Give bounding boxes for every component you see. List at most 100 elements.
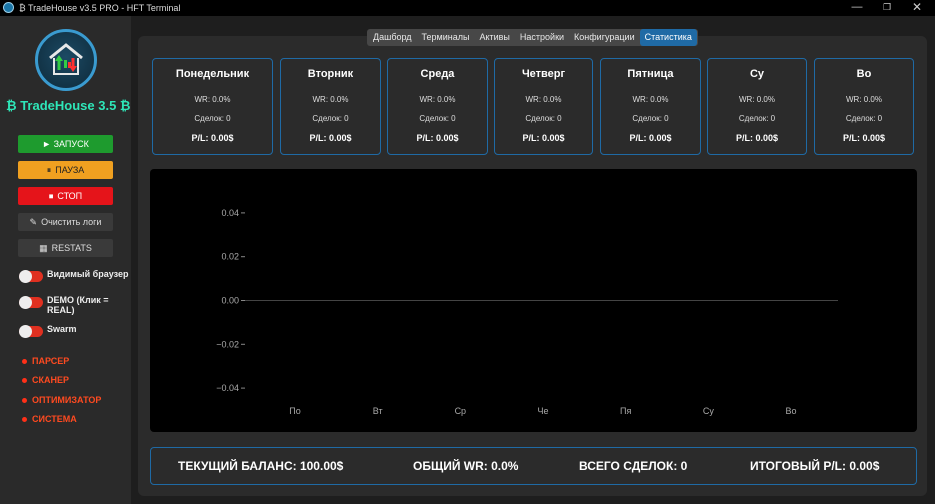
total-pl: ИТОГОВЫЙ P/L: 0.00$ (750, 459, 880, 473)
day-deals: Сделок: 0 (738, 114, 776, 123)
series-point (707, 300, 709, 301)
series-point (625, 300, 627, 301)
status-dot-icon (22, 359, 27, 364)
series-point (294, 300, 296, 301)
stop-icon: ⏹ (48, 191, 54, 201)
start-label: ► ЗАПУСК (42, 139, 89, 149)
day-pl: P/L: 0.00$ (309, 133, 352, 143)
visible-browser-label: Видимый браузер (47, 269, 129, 279)
day-deals: Сделок: 0 (312, 114, 349, 123)
tab-dashboard[interactable]: Дашборд (368, 29, 417, 46)
window-title: ₿ TradeHouse v3.5 PRO - HFT Terminal (19, 3, 181, 13)
day-deals: Сделок: 0 (419, 114, 456, 123)
total-winrate: ОБЩИЙ WR: 0.0% (413, 459, 519, 473)
summary-bar: ТЕКУЩИЙ БАЛАНС: 100.00$ ОБЩИЙ WR: 0.0% В… (150, 447, 917, 485)
section-scanner-label: СКАНЕР (32, 375, 69, 385)
close-button[interactable]: ✕ (902, 0, 932, 16)
y-tick-label: 0.00 (221, 296, 239, 306)
day-winrate: WR: 0.0% (738, 95, 775, 104)
day-pl: P/L: 0.00$ (416, 133, 459, 143)
day-pl: P/L: 0.00$ (522, 133, 565, 143)
y-tick-label: 0.02 (221, 252, 239, 262)
status-dot-icon (22, 417, 27, 422)
section-system-label: СИСТЕМА (32, 414, 77, 424)
swarm-toggle[interactable] (19, 325, 43, 338)
tradehouse-logo (35, 29, 97, 91)
day-name: Среда (420, 68, 455, 80)
day-pl: P/L: 0.00$ (629, 133, 672, 143)
day-name: Во (856, 68, 872, 80)
day-winrate: WR: 0.0% (525, 95, 562, 104)
x-tick-label: Во (785, 406, 796, 416)
day-card-wednesday: Среда WR: 0.0% Сделок: 0 P/L: 0.00$ (387, 58, 488, 155)
day-pl: P/L: 0.00$ (191, 133, 234, 143)
day-pl: P/L: 0.00$ (842, 133, 886, 143)
day-winrate: WR: 0.0% (194, 95, 231, 104)
app-icon (3, 2, 14, 13)
tab-terminals[interactable]: Терминалы (417, 29, 475, 46)
day-name: Вторник (307, 68, 354, 80)
start-button[interactable]: ► ЗАПУСК (18, 135, 113, 153)
x-tick-label: Вт (373, 406, 383, 416)
day-card-sunday: Во WR: 0.0% Сделок: 0 P/L: 0.00$ (814, 58, 914, 155)
day-name: Пятница (627, 68, 674, 80)
minimize-button[interactable]: — (842, 0, 872, 16)
series-point (542, 300, 544, 301)
tab-configurations[interactable]: Конфигурации (569, 29, 640, 46)
day-card-thursday: Четверг WR: 0.0% Сделок: 0 P/L: 0.00$ (494, 58, 593, 155)
current-balance: ТЕКУЩИЙ БАЛАНС: 100.00$ (178, 459, 344, 473)
day-card-saturday: Су WR: 0.0% Сделок: 0 P/L: 0.00$ (707, 58, 807, 155)
demo-label: DEMO (Клик = REAL) (47, 295, 109, 315)
x-tick-label: Пя (620, 406, 631, 416)
day-card-friday: Пятница WR: 0.0% Сделок: 0 P/L: 0.00$ (600, 58, 701, 155)
chart-svg: 0.04 0.02 0.00 −0.02 −0.04 По Вт Ср Че Пя Су Во (216, 208, 838, 416)
day-card-tuesday: Вторник WR: 0.0% Сделок: 0 P/L: 0.00$ (280, 58, 381, 155)
day-card-monday: Понедельник WR: 0.0% Сделок: 0 P/L: 0.00… (152, 58, 273, 155)
x-tick-label: По (289, 406, 300, 416)
series-point (790, 300, 792, 301)
pause-button[interactable]: ⏸ ПАУЗА (18, 161, 113, 179)
tab-settings[interactable]: Настройки (515, 29, 569, 46)
house-chart-icon (49, 43, 83, 75)
day-name: Четверг (521, 68, 566, 80)
tab-bar: Дашборд Терминалы Активы Настройки Конфи… (367, 29, 698, 46)
swarm-label: Swarm (47, 324, 77, 334)
tab-statistics[interactable]: Статистика (639, 29, 697, 46)
demo-toggle[interactable] (19, 296, 43, 309)
visible-browser-toggle[interactable] (19, 270, 43, 283)
pause-label: ПАУЗА (55, 165, 85, 175)
stop-button[interactable]: ⏹ СТОП (18, 187, 113, 205)
y-tick-label: 0.04 (221, 208, 239, 218)
day-deals: Сделок: 0 (845, 114, 883, 123)
clear-logs-label: Очистить логи (41, 217, 102, 227)
status-dot-icon (22, 398, 27, 403)
day-name: Понедельник (175, 68, 250, 80)
restats-label: RESTATS (51, 243, 92, 253)
clear-logs-button[interactable]: ✎ Очистить логи (18, 213, 113, 231)
pl-chart: 0.04 0.02 0.00 −0.02 −0.04 По Вт Ср Че Пя Су Во (150, 169, 917, 432)
maximize-button[interactable]: ❐ (872, 0, 902, 16)
day-deals: Сделок: 0 (632, 114, 669, 123)
x-tick-label: Че (537, 406, 548, 416)
tab-assets[interactable]: Активы (474, 29, 514, 46)
day-name: Су (749, 68, 765, 80)
day-deals: Сделок: 0 (525, 114, 562, 123)
x-tick-label: Су (703, 406, 714, 416)
day-winrate: WR: 0.0% (632, 95, 669, 104)
y-tick-label: −0.04 (216, 383, 239, 393)
day-deals: Сделок: 0 (194, 114, 231, 123)
day-winrate: WR: 0.0% (312, 95, 349, 104)
brand-title: ₿ TradeHouse 3.5 ₿ (6, 98, 131, 113)
broom-icon: ✎ (29, 217, 38, 227)
day-winrate: WR: 0.0% (845, 95, 882, 104)
total-deals: ВСЕГО СДЕЛОК: 0 (579, 459, 688, 473)
y-tick-label: −0.02 (216, 339, 239, 349)
sidebar: ₿ TradeHouse 3.5 ₿ ► ЗАПУСК ⏸ ПАУЗА ⏹ СТОП… (0, 16, 131, 504)
title-bar: ₿ TradeHouse v3.5 PRO - HFT Terminal — ❐… (0, 0, 935, 16)
pause-icon: ⏸ (46, 165, 52, 175)
day-winrate: WR: 0.0% (419, 95, 456, 104)
status-dot-icon (22, 378, 27, 383)
series-point (377, 300, 379, 301)
chart-icon: ▦ (39, 243, 48, 253)
restats-button[interactable]: ▦ RESTATS (18, 239, 113, 257)
